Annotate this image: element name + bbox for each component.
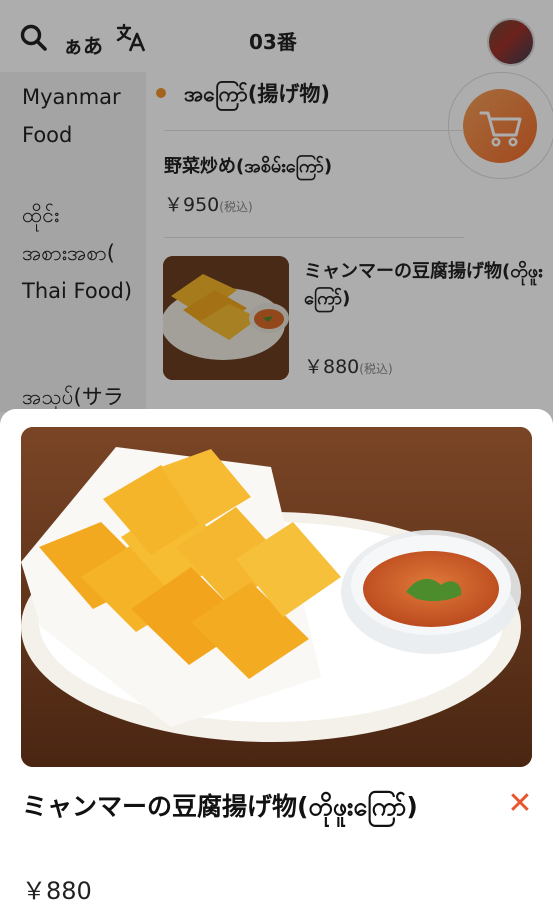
item-detail-photo (21, 427, 532, 767)
close-icon[interactable]: ✕ (505, 789, 535, 819)
item-detail-title: ミャンマーの豆腐揚げ物(တိုဖူးကြော်) (22, 792, 418, 821)
item-detail-sheet: ミャンマーの豆腐揚げ物(တိုဖူးကြော်) ✕ ￥880 (0, 409, 553, 909)
item-detail-price: ￥880 (22, 877, 92, 905)
menu-page: ぁあ 03番 Myanmar Food ထိုင်း အစားအစာ( Thai… (0, 0, 553, 909)
